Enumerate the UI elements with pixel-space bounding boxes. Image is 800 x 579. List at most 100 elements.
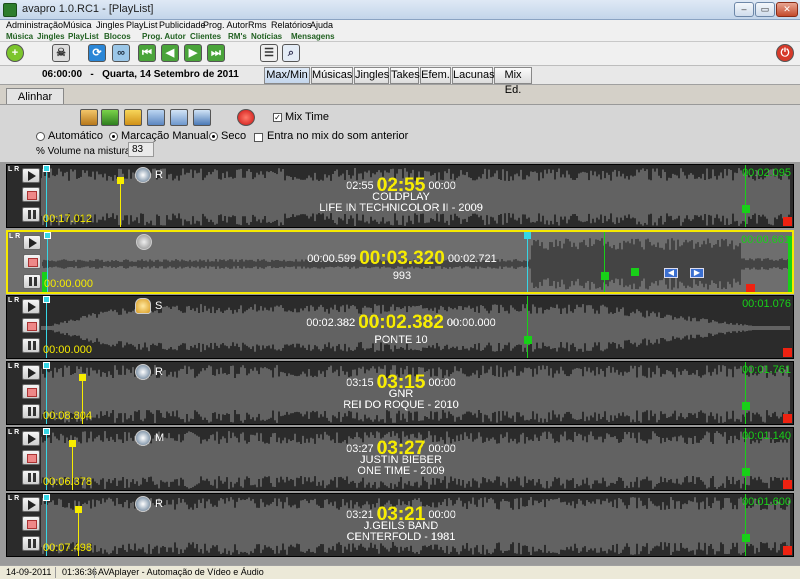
tab-takes[interactable]: Takes [390,67,420,84]
entra-mix-label: Entra no mix do som anterior [267,130,409,142]
track-row[interactable]: L R R 02:55 02:55 00:00 COLDPLAY LIFE IN TEC… [6,164,794,228]
menu-musica[interactable]: Música [63,20,92,30]
list-icon[interactable]: ☰ [260,44,278,62]
tab-mix-ed[interactable]: Mix Ed. [494,67,532,96]
quick-prog-autor[interactable]: Prog. Autor [142,32,186,41]
track-title: ONE TIME - 2009 [357,465,445,477]
quick-jingles[interactable]: Jingles [37,32,65,41]
lr-label: L R [8,297,20,304]
end-offset: 00:01.761 [742,364,791,376]
end-marker[interactable] [783,348,792,357]
datetime-display: 06:00:00 - Quarta, 14 Setembro de 2011 [42,69,239,80]
quick-playlist[interactable]: PlayList [68,32,99,41]
menu-jingles[interactable]: Jingles [96,20,124,30]
quick-noticias[interactable]: Notícias [251,32,282,41]
tab-efem[interactable]: Efem. [420,67,451,84]
tab-max-min[interactable]: Max/Min [264,67,310,84]
cue-start-marker[interactable] [43,362,50,369]
power-icon[interactable]: ⏻ [776,44,794,62]
start-offset: 00:06.378 [43,476,92,488]
date-bar: 06:00:00 - Quarta, 14 Setembro de 2011 M… [0,66,800,96]
track-row[interactable]: L R S 00:02.382 00:02.382 00:00.000 PONTE 1… [6,295,794,359]
end-marker[interactable] [746,284,755,292]
quick-musica[interactable]: Música [6,32,33,41]
track-row[interactable]: L R M 03:27 03:27 00:00 JUSTIN BIEBER ONE TI… [6,427,794,491]
menu-bar: Administração Música Jingles PlayList Pu… [0,20,800,32]
track-flag: S [155,300,163,312]
app-icon [3,3,17,17]
menu-rms[interactable]: Rms [248,20,267,30]
entra-mix-checkbox[interactable] [254,133,263,142]
menu-playlist[interactable]: PlayList [126,20,158,30]
last-icon[interactable]: ⏭ [207,44,225,62]
align-icon[interactable] [101,109,119,126]
title-bar: avapro 1.0.RC1 - [PlayList] – ▭ ✕ [0,0,800,20]
menu-publicidade[interactable]: Publicidade [159,20,206,30]
quick-blocos[interactable]: Blocos [104,32,131,41]
track-title: LIFE IN TECHNICOLOR II - 2009 [319,202,483,214]
pre-time: 00:00.599 [307,253,357,265]
label-marcacao-manual: Marcação Manual [121,130,209,142]
quick-rms[interactable]: RM's [228,32,247,41]
add-icon[interactable]: + [6,44,24,62]
radio-seco[interactable] [209,132,218,141]
cue-marker[interactable] [524,232,531,239]
track-timing: 00:02.382 00:02.382 00:00.000 [7,312,793,334]
quick-mensagens[interactable]: Mensagens [291,32,335,41]
end-marker[interactable] [783,414,792,423]
end-marker[interactable] [783,546,792,555]
tab-alinhar[interactable]: Alinhar [6,88,64,105]
next-icon[interactable]: ▶ [184,44,202,62]
hammer-icon[interactable] [80,109,98,126]
icon-toolbar: + ☠ ⟳ ∞ ⏮ ◀ ▶ ⏭ ☰ ⌕ ⏻ [0,42,800,66]
binoculars-icon[interactable]: ∞ [112,44,130,62]
track-title: REI DO ROQUE - 2010 [343,399,459,411]
minimize-button[interactable]: – [734,2,754,17]
end-marker[interactable] [783,480,792,489]
lr-label: L R [8,429,20,436]
prev-icon[interactable]: ◀ [161,44,179,62]
status-bar: 14-09-2011 01:36:36 AVAplayer - Automaçã… [0,565,800,579]
reload-icon[interactable] [170,109,188,126]
duration: 00:02.382 [358,312,444,333]
start-offset: 00:08.804 [43,410,92,422]
end-offset: 00:00.661 [741,234,790,246]
end-offset: 00:01.600 [742,496,791,508]
refresh-icon[interactable]: ⟳ [88,44,106,62]
mix-control-panel: ✓ Mix Time Automático Marcação Manual Se… [0,104,800,162]
radio-automatico[interactable] [36,132,45,141]
monitor-icon[interactable] [147,109,165,126]
track-row[interactable]: L R R 03:15 03:15 00:00 GNR REI DO ROQUE - 2… [6,361,794,425]
menu-ajuda[interactable]: Ajuda [310,20,333,30]
quick-clientes[interactable]: Clientes [190,32,221,41]
menu-relatorios[interactable]: Relatórios [271,20,312,30]
tab-lacunas[interactable]: Lacunas [452,67,495,84]
cue-start-marker[interactable] [43,494,50,501]
arrows-icon[interactable] [124,109,142,126]
close-window-button[interactable]: ✕ [776,2,798,17]
volume-input[interactable]: 83 [128,142,154,157]
lr-label: L R [9,233,21,240]
cue-start-marker[interactable] [44,232,51,239]
radio-marcacao-manual[interactable] [109,132,118,141]
lr-label: L R [8,363,20,370]
save-icon[interactable] [193,109,211,126]
cue-start-marker[interactable] [43,428,50,435]
skull-icon[interactable]: ☠ [52,44,70,62]
mix-time-checkbox[interactable]: ✓ [273,113,282,122]
status-date: 14-09-2011 [6,567,52,577]
track-row[interactable]: L R ◀ ▶ 00:00.599 00:03.320 00:02.721 993 00:… [6,230,794,294]
cue-start-marker[interactable] [43,296,50,303]
end-marker[interactable] [783,217,792,226]
start-offset: 00:17.012 [43,213,92,225]
tab-jingles[interactable]: Jingles [354,67,389,84]
cue-start-marker[interactable] [43,165,50,172]
record-icon[interactable] [237,109,255,126]
menu-administracao[interactable]: Administração [6,20,63,30]
track-row[interactable]: L R R 03:21 03:21 00:00 J.GEILS BAND CENTERF… [6,493,794,557]
search-icon[interactable]: ⌕ [282,44,300,62]
first-icon[interactable]: ⏮ [138,44,156,62]
menu-prog-autor[interactable]: Prog. Autor [203,20,248,30]
tab-musicas[interactable]: Músicas [311,67,353,84]
maximize-button[interactable]: ▭ [755,2,775,17]
